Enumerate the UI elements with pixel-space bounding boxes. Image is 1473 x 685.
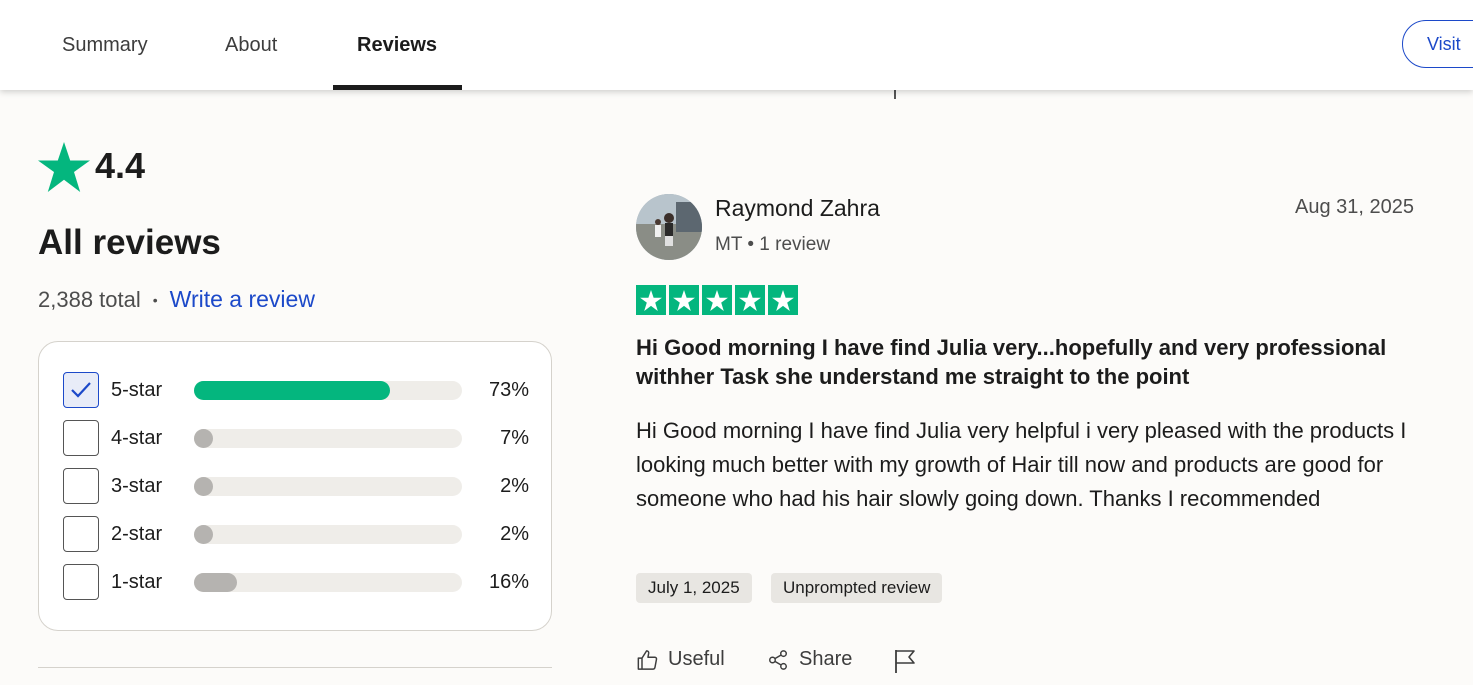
all-reviews-heading: All reviews bbox=[38, 223, 221, 262]
distribution-bar-fill bbox=[194, 428, 213, 448]
distribution-bar-fill bbox=[194, 524, 213, 544]
distribution-row-5[interactable]: 5-star 73% bbox=[63, 371, 529, 409]
star-icon bbox=[669, 285, 699, 315]
tab-summary[interactable]: Summary bbox=[62, 0, 148, 90]
distribution-row-3[interactable]: 3-star 2% bbox=[63, 467, 529, 505]
distribution-percent: 73% bbox=[488, 378, 529, 401]
filter-checkbox-4-star[interactable] bbox=[63, 420, 99, 456]
thumbs-up-icon bbox=[637, 649, 658, 670]
distribution-percent: 2% bbox=[500, 522, 529, 545]
distribution-row-1[interactable]: 1-star 16% bbox=[63, 563, 529, 601]
distribution-label: 2-star bbox=[111, 522, 163, 545]
unprompted-review-badge[interactable]: Unprompted review bbox=[771, 573, 943, 603]
distribution-bar-track bbox=[194, 524, 462, 544]
distribution-bar-track bbox=[194, 380, 462, 400]
distribution-bar-fill bbox=[194, 476, 213, 496]
star-icon bbox=[702, 285, 732, 315]
distribution-percent: 2% bbox=[500, 474, 529, 497]
report-flag-button[interactable] bbox=[894, 648, 916, 674]
star-icon bbox=[735, 285, 765, 315]
total-count: 2,388 total bbox=[38, 286, 141, 312]
rating-distribution-card: 5-star 73% 4-star 7% 3-star 2% 2-star 2%… bbox=[38, 341, 552, 631]
reviewer-avatar[interactable] bbox=[636, 194, 702, 260]
filter-checkbox-2-star[interactable] bbox=[63, 516, 99, 552]
distribution-bar-track bbox=[194, 476, 462, 496]
total-line: 2,388 total • Write a review bbox=[38, 286, 315, 313]
tab-reviews[interactable]: Reviews bbox=[357, 0, 437, 90]
star-icon bbox=[636, 285, 666, 315]
active-tab-indicator bbox=[333, 85, 462, 90]
review-date: Aug 31, 2025 bbox=[1295, 196, 1414, 218]
flag-icon bbox=[895, 650, 915, 673]
filter-checkbox-5-star[interactable] bbox=[63, 372, 99, 408]
review-body: Hi Good morning I have find Julia very h… bbox=[636, 418, 1407, 511]
distribution-bar-track bbox=[194, 572, 462, 592]
top-nav: Summary About Reviews Visit bbox=[0, 0, 1473, 90]
reviewer-meta: MT • 1 review bbox=[715, 234, 831, 255]
distribution-bar-track bbox=[194, 428, 462, 448]
rating-star-icon bbox=[38, 142, 90, 192]
distribution-label: 1-star bbox=[111, 570, 163, 593]
share-icon bbox=[769, 649, 787, 670]
average-rating: 4.4 bbox=[95, 145, 146, 186]
distribution-percent: 16% bbox=[488, 570, 529, 593]
useful-button[interactable]: Useful bbox=[636, 648, 725, 671]
experience-date-tag: July 1, 2025 bbox=[636, 573, 752, 603]
write-review-link[interactable]: Write a review bbox=[170, 286, 315, 313]
distribution-label: 4-star bbox=[111, 426, 163, 449]
reviewer-name[interactable]: Raymond Zahra bbox=[715, 195, 880, 222]
visit-button-label: Visit bbox=[1427, 33, 1461, 54]
share-button[interactable]: Share bbox=[766, 648, 852, 671]
distribution-bar-fill bbox=[194, 572, 237, 592]
section-divider bbox=[38, 667, 552, 668]
review-title[interactable]: Hi Good morning I have find Julia very..… bbox=[636, 333, 1436, 391]
distribution-label: 5-star bbox=[111, 378, 163, 401]
distribution-percent: 7% bbox=[500, 426, 529, 449]
star-icon bbox=[768, 285, 798, 315]
review-star-rating bbox=[636, 285, 798, 315]
separator-dot: • bbox=[152, 291, 158, 308]
useful-label: Useful bbox=[668, 648, 725, 670]
filter-checkbox-1-star[interactable] bbox=[63, 564, 99, 600]
filter-checkbox-3-star[interactable] bbox=[63, 468, 99, 504]
distribution-label: 3-star bbox=[111, 474, 163, 497]
visit-website-button[interactable]: Visit bbox=[1402, 20, 1473, 68]
checkmark-icon bbox=[71, 382, 91, 398]
tab-about[interactable]: About bbox=[225, 0, 277, 90]
distribution-row-2[interactable]: 2-star 2% bbox=[63, 515, 529, 553]
share-label: Share bbox=[799, 648, 853, 670]
distribution-bar-fill bbox=[194, 380, 390, 400]
avatar-photo bbox=[636, 194, 702, 260]
distribution-row-4[interactable]: 4-star 7% bbox=[63, 419, 529, 457]
